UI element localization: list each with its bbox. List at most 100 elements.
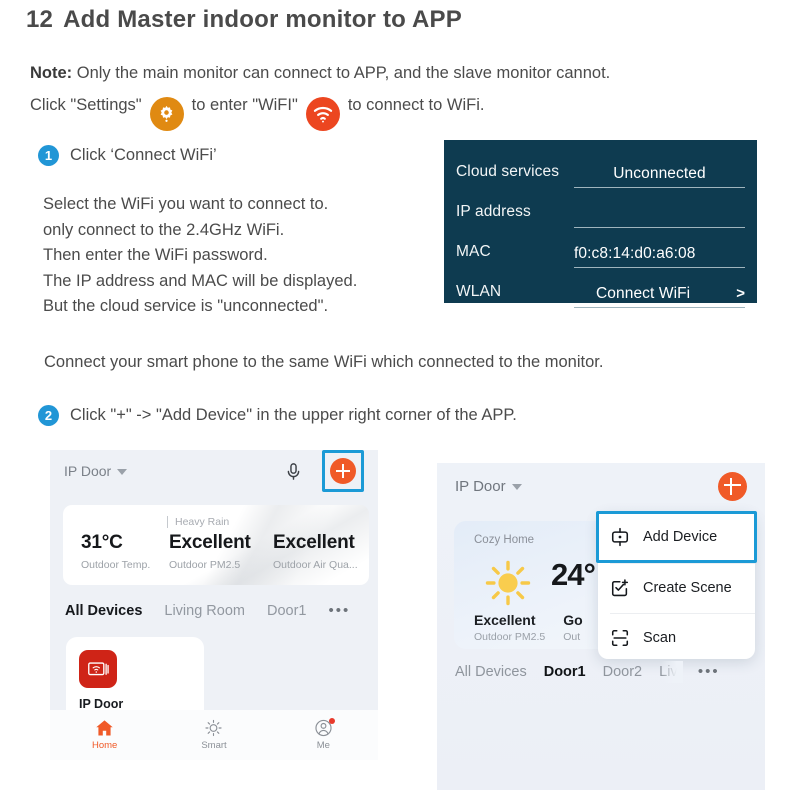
menu-item-scan[interactable]: Scan (598, 614, 755, 663)
monitor-row-value: f0:c8:14:d0:a6:08 (574, 245, 696, 262)
weather-caption: Outdoor Air Qua... (273, 559, 358, 571)
room-tabs-right: All Devices Door1 Door2 Livi ••• (455, 660, 720, 683)
app-header-left: IP Door (50, 450, 378, 492)
connect-wifi-link[interactable]: Connect WiFi (596, 285, 690, 303)
room-tabs-left: All Devices Living Room Door1 ••• (65, 602, 350, 619)
home-selector-right[interactable]: IP Door (455, 478, 522, 495)
step-2-text: Click "+" -> "Add Device" in the upper r… (70, 406, 517, 424)
tab-living-room[interactable]: Livi (659, 660, 683, 683)
weather-value: Excellent (474, 612, 536, 628)
tab-living-room[interactable]: Living Room (164, 603, 245, 619)
step-1-badge: 1 (38, 145, 59, 166)
home-icon (95, 719, 114, 737)
weather-col-pm25: Excellent Outdoor PM2.5 (163, 532, 267, 571)
monitor-row-label: Cloud services (456, 163, 560, 180)
bottom-navigation-left: Home Smart Me (50, 710, 378, 760)
add-button-highlight-left[interactable] (322, 450, 364, 492)
monitor-row-value-wrap (574, 223, 745, 228)
weather-value: Excellent (273, 532, 355, 553)
tab-all-devices[interactable]: All Devices (65, 603, 142, 619)
sun-icon (480, 557, 536, 609)
microphone-icon[interactable] (285, 462, 302, 481)
device-name-label: IP Door (79, 697, 124, 711)
menu-label-create-scene: Create Scene (643, 580, 732, 597)
monitor-row-value: Unconnected (613, 165, 706, 182)
weather-caption: Out (563, 631, 581, 643)
home-name-label: IP Door (64, 463, 112, 479)
step-2-badge: 2 (38, 405, 59, 426)
nav-item-home[interactable]: Home (50, 719, 159, 751)
menu-item-create-scene[interactable]: Create Scene (598, 564, 755, 613)
step-1-text: Click ‘Connect WiFi’ (70, 146, 217, 164)
weather-caption: Outdoor PM2.5 (474, 631, 546, 643)
user-icon (314, 718, 335, 737)
tab-all-devices[interactable]: All Devices (455, 664, 527, 680)
tab-door1[interactable]: Door1 (267, 603, 307, 619)
tab-door1[interactable]: Door1 (544, 664, 586, 680)
chevron-down-icon (117, 469, 128, 475)
monitor-row-ip-address: IP address (456, 188, 745, 228)
note-line-1-text: Only the main monitor can connect to APP… (72, 64, 611, 82)
weather-columns-right: Excellent Outdoor PM2.5 Go Out (474, 612, 583, 643)
chevron-down-icon (511, 484, 522, 490)
menu-label-scan: Scan (643, 629, 677, 646)
phone-screenshot-right: IP Door Cozy Home 24° Excellent Outdoor … (437, 463, 765, 790)
section-number: 12 (26, 6, 54, 33)
page-root: 12 Add Master indoor monitor to APP Note:… (0, 0, 800, 809)
sun-icon (204, 719, 223, 737)
nav-item-smart[interactable]: Smart (159, 719, 268, 751)
notification-badge (328, 718, 335, 724)
tabs-more-icon[interactable]: ••• (698, 663, 720, 680)
monitor-row-value-wrap[interactable]: Connect WiFi > (574, 285, 745, 308)
weather-caption: Outdoor Temp. (81, 559, 151, 571)
weather-col-air-quality: Excellent Outdoor Air Qua... (267, 532, 369, 571)
weather-temperature: 24° (551, 557, 596, 592)
monitor-row-label: WLAN (456, 283, 502, 300)
menu-label-add-device: Add Device (643, 529, 718, 545)
nav-item-me[interactable]: Me (269, 718, 378, 751)
monitor-settings-panel: Cloud services Unconnected IP address MA… (444, 140, 757, 308)
plus-icon[interactable] (330, 458, 356, 484)
monitor-row-label: IP address (456, 203, 531, 220)
monitor-row-value-wrap: Unconnected (574, 165, 745, 188)
gear-icon (149, 97, 184, 131)
scan-icon (610, 628, 630, 648)
step-1: 1 Click ‘Connect WiFi’ (38, 145, 217, 166)
nav-label-smart: Smart (201, 740, 227, 751)
menu-item-add-device[interactable]: Add Device (596, 511, 757, 563)
weather-condition-label: Heavy Rain (167, 516, 229, 528)
tab-door2[interactable]: Door2 (603, 664, 643, 680)
note-line-2-a: Click "Settings" (30, 96, 142, 114)
step-2: 2 Click "+" -> "Add Device" in the upper… (38, 405, 517, 426)
monitor-row-value-wrap: f0:c8:14:d0:a6:08 (574, 245, 745, 268)
door-monitor-icon (79, 650, 117, 688)
weather-value: Go (563, 612, 583, 628)
add-menu-dropdown: Add Device Create Scene Scan (596, 511, 757, 659)
note-block: Note: Only the main monitor can connect … (30, 58, 770, 131)
weather-caption: Outdoor PM2.5 (169, 559, 241, 571)
monitor-row-wlan[interactable]: WLAN Connect WiFi > (456, 268, 745, 308)
plus-icon[interactable] (718, 471, 747, 501)
weather-col-temp: 31°C Outdoor Temp. (63, 532, 163, 571)
weather-value: 31°C (81, 532, 123, 553)
weather-columns: 31°C Outdoor Temp. Excellent Outdoor PM2… (63, 532, 369, 571)
monitor-row-label: MAC (456, 243, 491, 260)
chevron-right-icon: > (736, 285, 745, 302)
weather-card-left[interactable]: Heavy Rain 31°C Outdoor Temp. Excellent … (63, 505, 369, 585)
home-selector-left[interactable]: IP Door (64, 463, 128, 479)
note-label: Note: (30, 64, 73, 82)
title-text: Add Master indoor monitor to APP (63, 6, 462, 33)
weather-value: Excellent (169, 532, 251, 553)
monitor-row-cloud-services: Cloud services Unconnected (456, 148, 745, 188)
weather-col-air-quality: Go Out (563, 612, 582, 643)
nav-label-home: Home (91, 740, 118, 751)
note-line-2: Click "Settings" to enter "WiFI" to conn… (30, 88, 770, 131)
middle-paragraph: Connect your smart phone to the same WiF… (44, 353, 604, 371)
note-line-2-c: to connect to WiFi. (347, 96, 485, 114)
add-device-icon (610, 527, 630, 547)
weather-home-title: Cozy Home (474, 534, 535, 546)
step-1-paragraph: Select the WiFi you want to connect to. … (43, 195, 358, 315)
nav-label-me: Me (316, 740, 330, 751)
wifi-icon (305, 97, 340, 131)
tabs-more-icon[interactable]: ••• (328, 602, 350, 619)
